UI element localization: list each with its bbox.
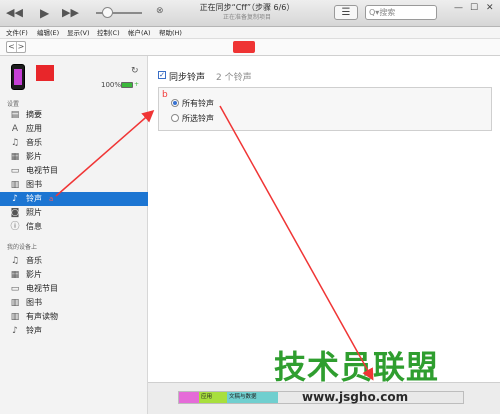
maximize-icon[interactable]: ☐ xyxy=(470,3,478,14)
device-name-redacted xyxy=(36,65,54,81)
device-item-tones[interactable]: ♪ 铃声 xyxy=(0,324,148,338)
up-next-list-button[interactable]: ☰ xyxy=(334,5,358,20)
sidebar-item-photos[interactable]: ◙ 照片 xyxy=(0,206,148,220)
watermark-title: 技术员联盟 xyxy=(274,348,440,386)
tv-icon: ▭ xyxy=(10,166,20,176)
fast-forward-icon[interactable]: ▶▶ xyxy=(62,6,79,20)
sidebar-item-label: 电视节目 xyxy=(26,166,58,175)
annotation-marker-a: a xyxy=(49,195,54,203)
audiobook-icon: ▥ xyxy=(10,312,20,322)
sync-status-title: 正在同步“Cff”（步骤 6/6） xyxy=(199,3,295,12)
storage-segment-documents: 文稿与数据 xyxy=(227,392,278,403)
back-forward-group: < > xyxy=(6,41,26,53)
navigation-bar: < > xyxy=(0,39,500,56)
menu-file[interactable]: 文件(F) xyxy=(6,28,28,38)
tv-icon: ▭ xyxy=(10,284,20,294)
iphone-icon xyxy=(11,64,25,90)
window-controls: — ☐ ✕ xyxy=(454,3,500,15)
device-item-books[interactable]: ▥ 图书 xyxy=(0,296,148,310)
rewind-icon[interactable]: ◀◀ xyxy=(6,6,23,20)
volume-knob[interactable] xyxy=(102,7,113,18)
minimize-icon[interactable]: — xyxy=(454,3,463,14)
sidebar-item-books[interactable]: ▥ 图书 xyxy=(0,178,148,192)
device-item-tv-shows[interactable]: ▭ 电视节目 xyxy=(0,282,148,296)
sync-status-panel: 正在同步“Cff”（步骤 6/6） 正在准备复制项目 xyxy=(170,2,324,24)
charging-icon: + xyxy=(134,81,140,88)
tone-count: 2 个铃声 xyxy=(216,73,252,83)
bell-icon: ♪ xyxy=(12,326,18,336)
bell-icon: ♪ xyxy=(12,194,18,204)
sidebar-item-label: 影片 xyxy=(26,270,42,279)
sidebar-item-label: 影片 xyxy=(26,152,42,161)
watermark-url: www.jsgho.com xyxy=(302,390,409,404)
storage-segment-media xyxy=(179,392,199,403)
sidebar-item-label: 音乐 xyxy=(26,256,42,265)
menu-controls[interactable]: 控制(C) xyxy=(97,28,120,38)
sidebar-item-label: 照片 xyxy=(26,208,42,217)
summary-icon: ▤ xyxy=(10,110,20,120)
tones-settings-pane: ✓ 同步铃声 2 个铃声 b 所有铃声 所选铃声 xyxy=(148,56,500,382)
sidebar-item-label: 应用 xyxy=(26,124,42,133)
music-icon: ♫ xyxy=(10,138,20,148)
sidebar-item-label: 铃声 xyxy=(26,326,42,335)
device-button-redacted[interactable] xyxy=(233,41,255,53)
device-item-movies[interactable]: ▦ 影片 xyxy=(0,268,148,282)
menu-account[interactable]: 帐户(A) xyxy=(128,28,151,38)
menu-bar: 文件(F) 编辑(E) 显示(V) 控制(C) 帐户(A) 帮助(H) xyxy=(0,27,500,39)
film-icon: ▦ xyxy=(10,152,20,162)
camera-icon: ◙ xyxy=(10,208,20,218)
sidebar-item-info[interactable]: ⓘ 信息 xyxy=(0,220,148,234)
sidebar-item-label: 图书 xyxy=(26,180,42,189)
search-input[interactable]: Q▾搜索 xyxy=(365,5,437,20)
sidebar-item-label: 图书 xyxy=(26,298,42,307)
on-my-device-section-header: 我的设备上 xyxy=(7,244,38,251)
film-icon: ▦ xyxy=(10,270,20,280)
all-tones-label: 所有铃声 xyxy=(182,99,214,108)
sidebar-item-label: 音乐 xyxy=(26,138,42,147)
selected-tones-radio[interactable] xyxy=(171,114,179,122)
sync-tones-label: 同步铃声 xyxy=(169,73,206,83)
sidebar-item-summary[interactable]: ▤ 摘要 xyxy=(0,108,148,122)
battery-level-fill xyxy=(122,83,132,87)
book-icon: ▥ xyxy=(10,180,20,190)
music-icon: ♫ xyxy=(10,256,20,266)
sidebar-item-tv-shows[interactable]: ▭ 电视节目 xyxy=(0,164,148,178)
sidebar-item-tones[interactable]: ♪ 铃声 a xyxy=(0,192,148,206)
book-icon: ▥ xyxy=(10,298,20,308)
all-tones-radio[interactable] xyxy=(171,99,179,107)
sidebar: ↻ 100% + 设置 ▤ 摘要 A 应用 ♫ 音乐 ▦ 影片 ▭ 电视节目 ▥… xyxy=(0,56,148,414)
device-item-audiobooks[interactable]: ▥ 有声读物 xyxy=(0,310,148,324)
sync-options-box: b 所有铃声 所选铃声 xyxy=(158,87,492,131)
sidebar-item-label: 有声读物 xyxy=(26,312,58,321)
storage-segment-apps: 应用 xyxy=(199,392,227,403)
menu-help[interactable]: 帮助(H) xyxy=(159,28,182,38)
cancel-sync-icon[interactable]: ⊗ xyxy=(156,6,166,16)
device-item-music[interactable]: ♫ 音乐 xyxy=(0,254,148,268)
apps-icon: A xyxy=(11,124,19,134)
battery-icon xyxy=(121,82,133,88)
battery-percentage: 100% xyxy=(101,81,122,89)
close-icon[interactable]: ✕ xyxy=(486,3,494,14)
sidebar-item-music[interactable]: ♫ 音乐 xyxy=(0,136,148,150)
annotation-marker-b: b xyxy=(162,90,168,100)
sidebar-item-apps[interactable]: A 应用 xyxy=(0,122,148,136)
menu-edit[interactable]: 编辑(E) xyxy=(37,28,59,38)
sidebar-item-label: 铃声 xyxy=(26,194,42,203)
menu-view[interactable]: 显示(V) xyxy=(67,28,90,38)
info-icon: ⓘ xyxy=(10,222,20,232)
sync-tones-checkbox[interactable]: ✓ xyxy=(158,71,166,79)
back-button[interactable]: < xyxy=(7,42,16,52)
sidebar-item-label: 电视节目 xyxy=(26,284,58,293)
settings-section-header: 设置 xyxy=(7,101,20,108)
sync-icon: ↻ xyxy=(131,66,139,76)
player-toolbar: ◀◀ ▶ ▶▶ ⊗ 正在同步“Cff”（步骤 6/6） 正在准备复制项目 ☰ Q… xyxy=(0,0,500,27)
sidebar-item-movies[interactable]: ▦ 影片 xyxy=(0,150,148,164)
sync-status-subtitle: 正在准备复制项目 xyxy=(222,14,271,21)
forward-button[interactable]: > xyxy=(16,42,25,52)
watermark: 技术员联盟 www.jsgho.com xyxy=(274,348,500,414)
sidebar-item-label: 摘要 xyxy=(26,110,42,119)
selected-tones-label: 所选铃声 xyxy=(182,114,214,123)
sidebar-item-label: 信息 xyxy=(26,222,42,231)
play-icon[interactable]: ▶ xyxy=(40,6,49,20)
